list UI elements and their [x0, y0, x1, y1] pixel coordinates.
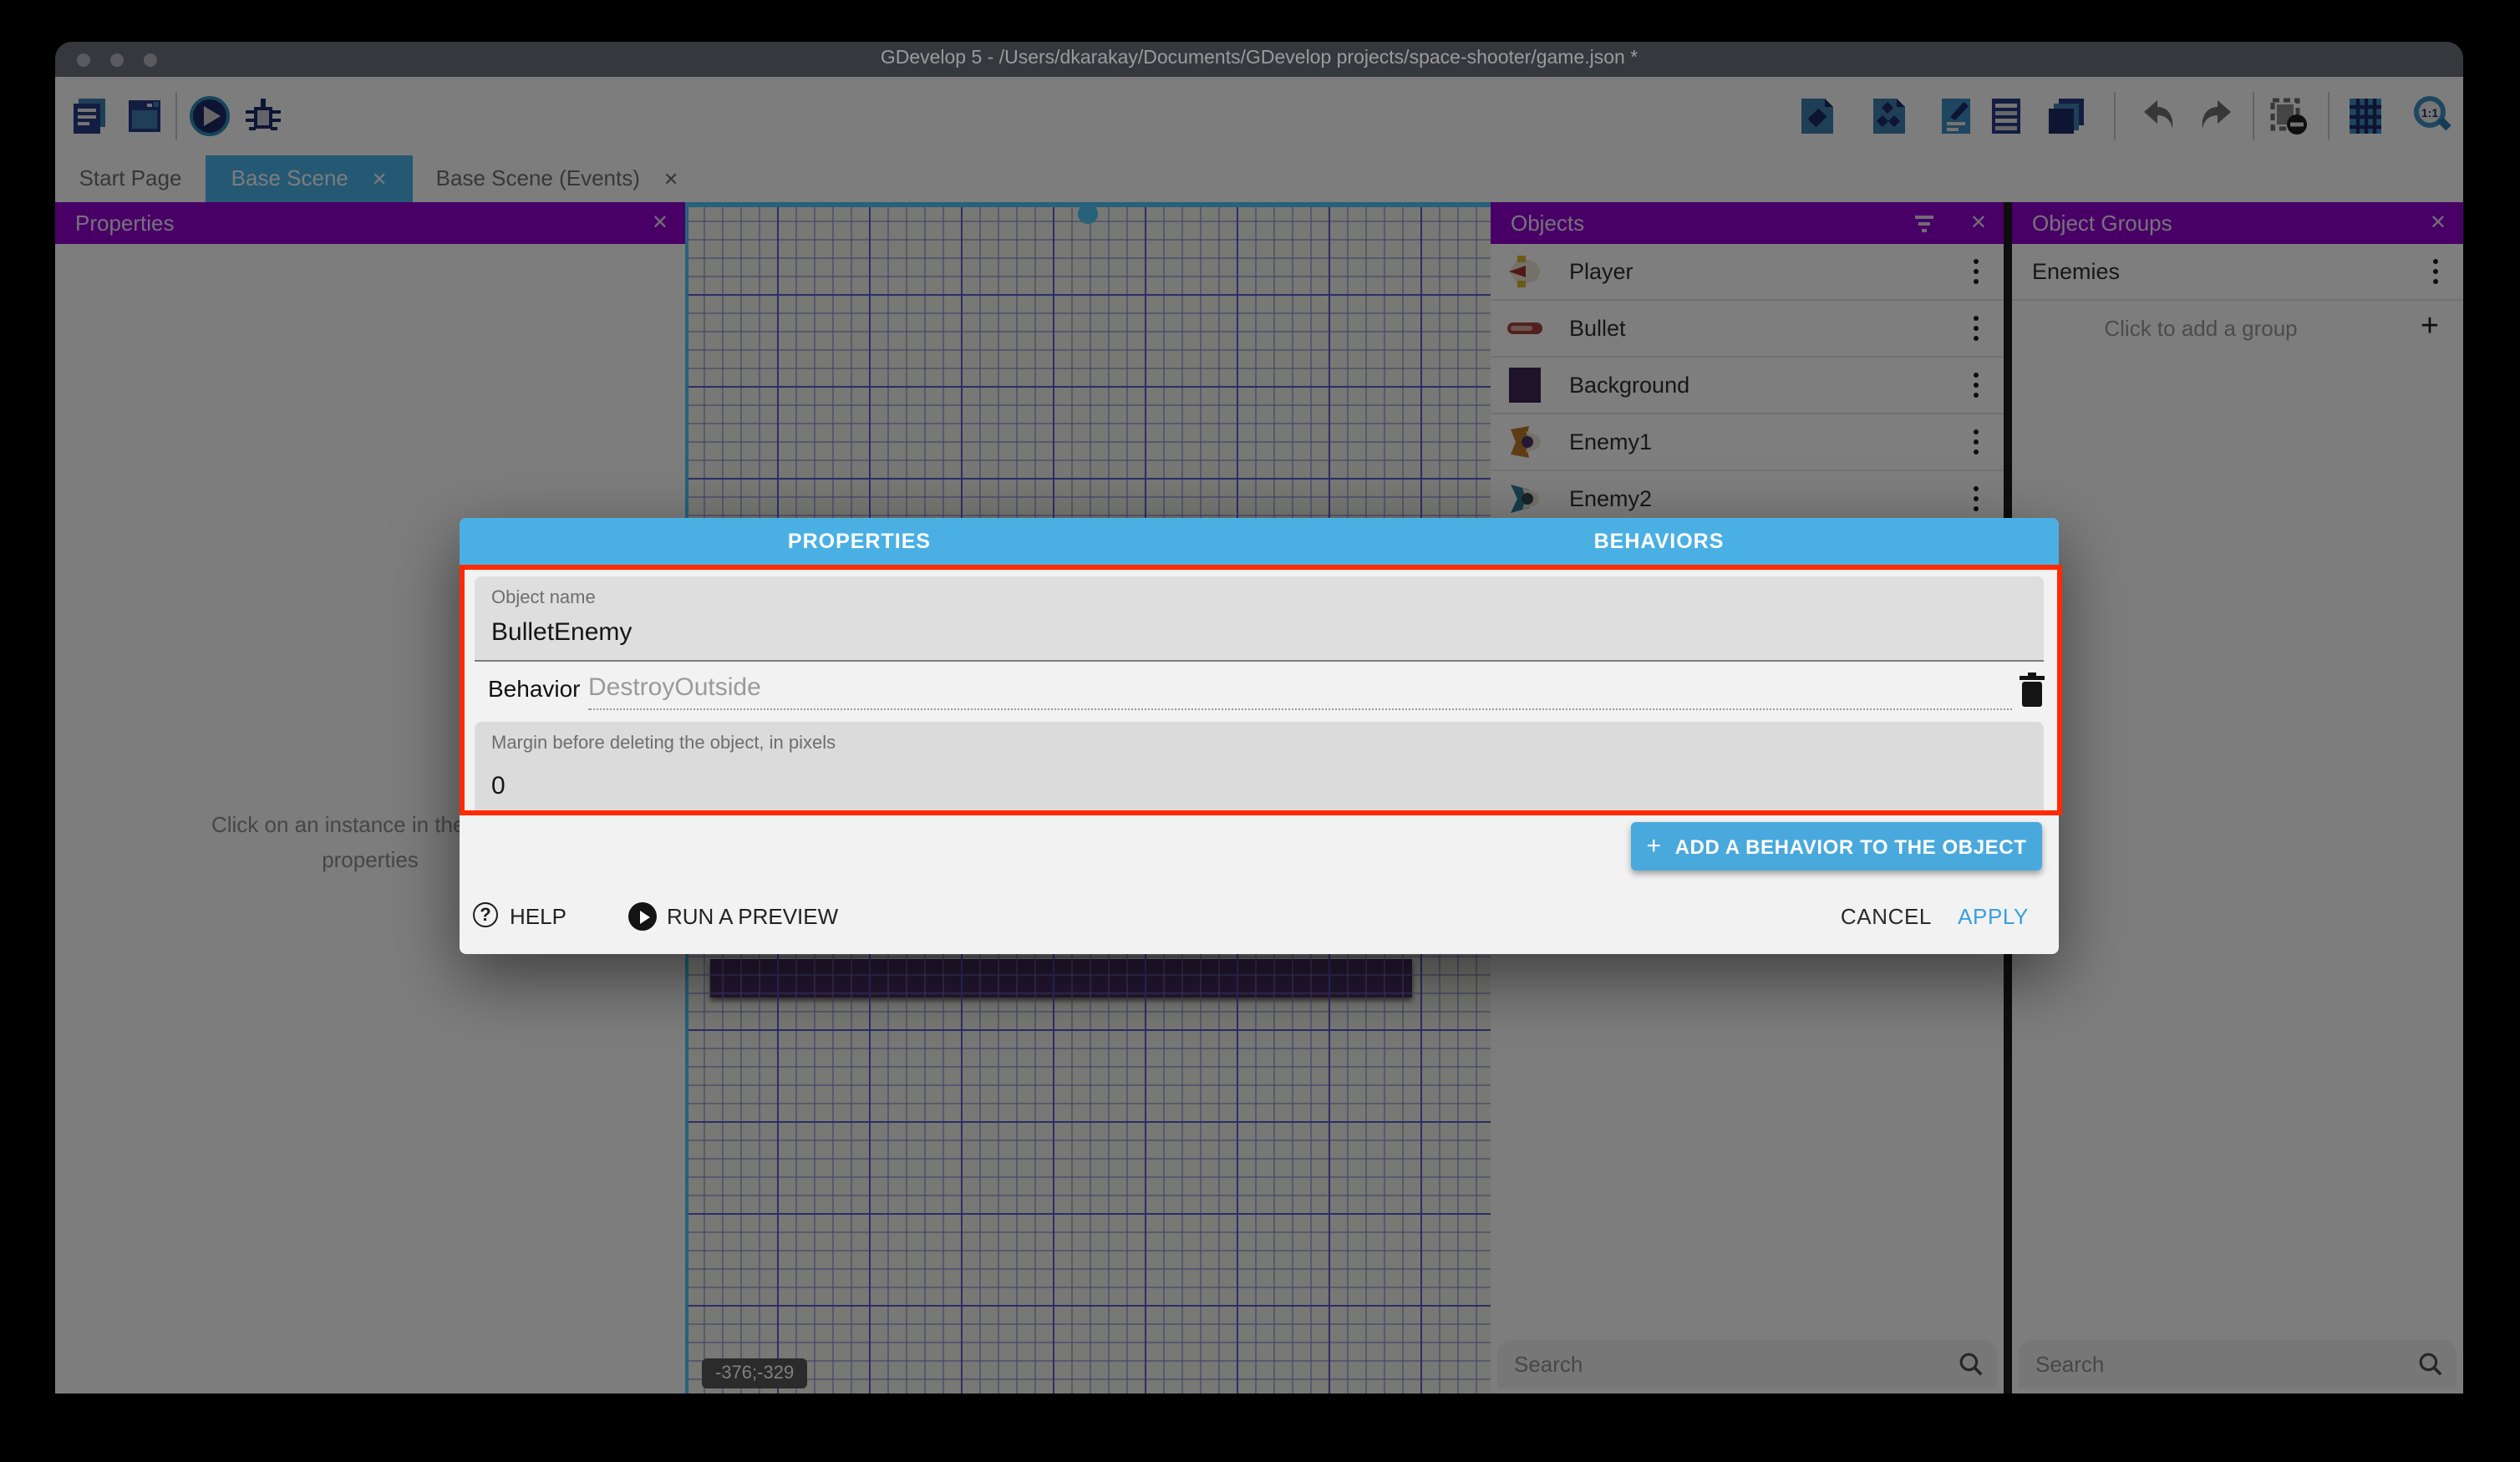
dialog-footer: ? HELP RUN A PREVIEW CANCEL APPLY — [460, 892, 2059, 942]
behavior-underline — [588, 708, 2012, 710]
behavior-name-value[interactable]: DestroyOutside — [588, 673, 761, 702]
margin-value[interactable]: 0 — [491, 772, 506, 800]
inactive-tab-underline — [460, 565, 1258, 568]
object-name-label: Object name — [491, 588, 596, 608]
screen: GDevelop 5 - /Users/dkarakay/Documents/G… — [0, 0, 2520, 1462]
behavior-label: Behavior — [488, 675, 581, 702]
object-name-field[interactable]: Object name BulletEnemy — [475, 576, 2044, 662]
margin-label: Margin before deleting the object, in pi… — [491, 734, 836, 754]
run-preview-icon[interactable] — [628, 902, 657, 931]
cancel-button[interactable]: CANCEL — [1841, 892, 1932, 942]
delete-behavior-icon[interactable] — [2017, 672, 2047, 708]
window-title: GDevelop 5 - /Users/dkarakay/Documents/G… — [55, 42, 2463, 77]
object-name-value[interactable]: BulletEnemy — [491, 618, 632, 647]
object-editor-dialog: PROPERTIES BEHAVIORS Object name BulletE… — [460, 518, 2059, 954]
apply-button[interactable]: APPLY — [1958, 892, 2029, 942]
run-preview-button[interactable]: RUN A PREVIEW — [667, 892, 838, 942]
dialog-tabs-header: PROPERTIES BEHAVIORS — [460, 518, 2059, 565]
dialog-tab-properties[interactable]: PROPERTIES — [460, 518, 1259, 565]
margin-field[interactable]: Margin before deleting the object, in pi… — [475, 722, 2044, 815]
dialog-tab-behaviors[interactable]: BEHAVIORS — [1259, 518, 2059, 565]
add-behavior-button[interactable]: +ADD A BEHAVIOR TO THE OBJECT — [1631, 822, 2042, 871]
active-tab-indicator — [1258, 565, 2059, 568]
help-button[interactable]: HELP — [510, 892, 566, 942]
titlebar: GDevelop 5 - /Users/dkarakay/Documents/G… — [55, 42, 2463, 77]
plus-icon: + — [1647, 832, 1662, 860]
help-icon[interactable]: ? — [473, 902, 498, 927]
